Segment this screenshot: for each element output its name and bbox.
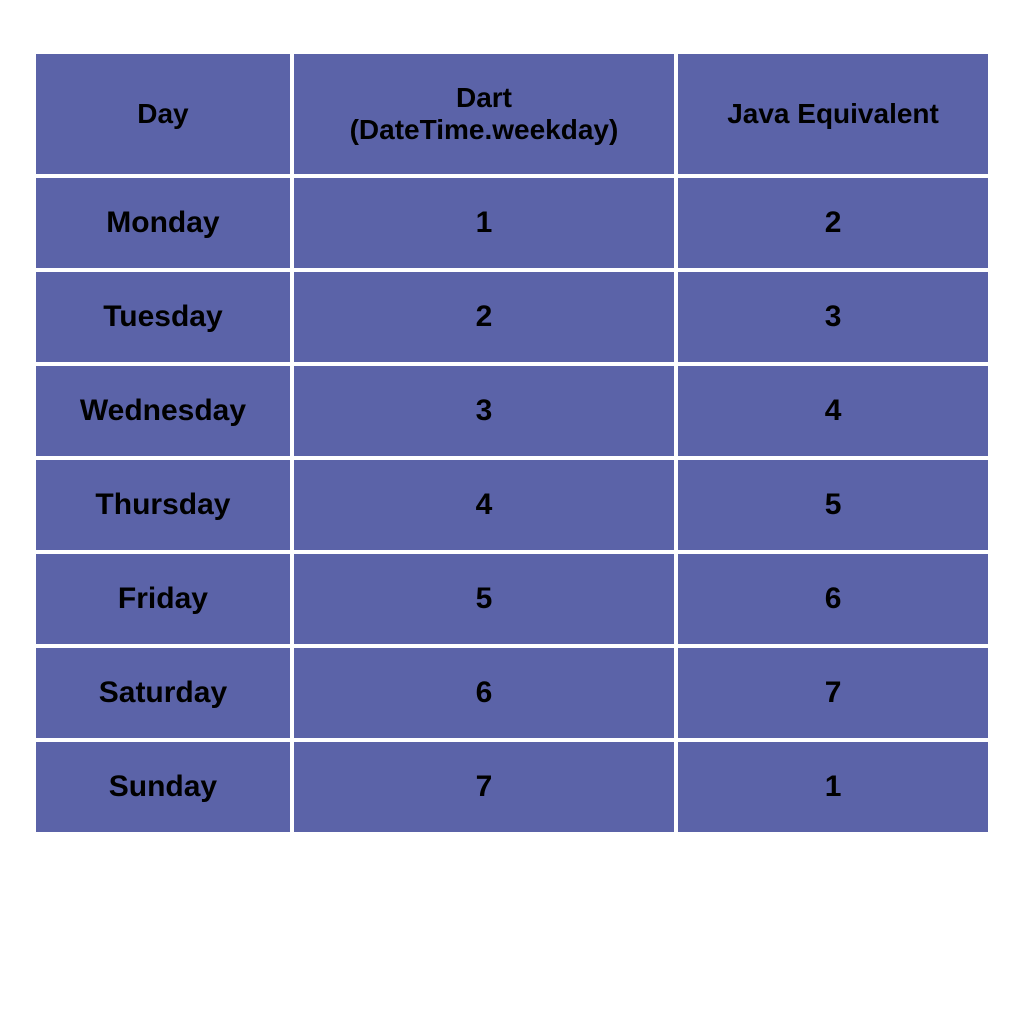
table-row: Thursday45: [36, 460, 988, 550]
cell-java: 4: [678, 366, 988, 456]
cell-java: 2: [678, 178, 988, 268]
cell-java: 1: [678, 742, 988, 832]
cell-dart: 5: [294, 554, 674, 644]
header-java: Java Equivalent: [678, 54, 988, 174]
cell-day: Sunday: [36, 742, 290, 832]
table-container: Day Dart(DateTime.weekday) Java Equivale…: [32, 50, 992, 836]
cell-dart: 2: [294, 272, 674, 362]
cell-day: Monday: [36, 178, 290, 268]
cell-dart: 3: [294, 366, 674, 456]
table-row: Sunday71: [36, 742, 988, 832]
table-row: Tuesday23: [36, 272, 988, 362]
cell-day: Saturday: [36, 648, 290, 738]
table-row: Monday12: [36, 178, 988, 268]
cell-day: Friday: [36, 554, 290, 644]
cell-java: 7: [678, 648, 988, 738]
cell-java: 5: [678, 460, 988, 550]
header-dart: Dart(DateTime.weekday): [294, 54, 674, 174]
cell-day: Wednesday: [36, 366, 290, 456]
cell-day: Tuesday: [36, 272, 290, 362]
cell-day: Thursday: [36, 460, 290, 550]
table-header-row: Day Dart(DateTime.weekday) Java Equivale…: [36, 54, 988, 174]
table-row: Saturday67: [36, 648, 988, 738]
cell-java: 6: [678, 554, 988, 644]
table-row: Wednesday34: [36, 366, 988, 456]
cell-dart: 6: [294, 648, 674, 738]
weekday-table: Day Dart(DateTime.weekday) Java Equivale…: [32, 50, 992, 836]
cell-dart: 7: [294, 742, 674, 832]
table-row: Friday56: [36, 554, 988, 644]
cell-dart: 1: [294, 178, 674, 268]
header-day: Day: [36, 54, 290, 174]
cell-dart: 4: [294, 460, 674, 550]
cell-java: 3: [678, 272, 988, 362]
